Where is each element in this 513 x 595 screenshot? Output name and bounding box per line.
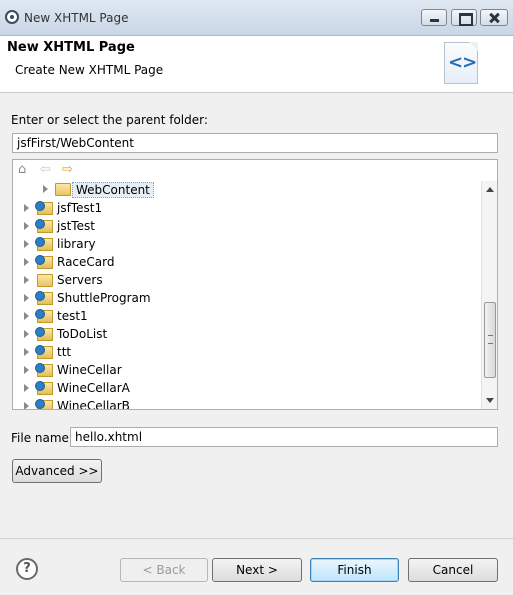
project-icon (35, 399, 53, 409)
tree-item[interactable]: WebContent (13, 181, 483, 199)
tree-item[interactable]: ShuttleProgram (13, 290, 483, 308)
expand-arrow-icon[interactable] (24, 276, 29, 284)
expand-arrow-icon[interactable] (24, 240, 29, 248)
help-icon[interactable]: ? (16, 558, 38, 580)
title-bar: New XHTML Page (0, 0, 513, 36)
wizard-heading: New XHTML Page (7, 40, 135, 55)
tree-item[interactable]: library (13, 236, 483, 254)
expand-arrow-icon[interactable] (24, 330, 29, 338)
expand-arrow-icon[interactable] (24, 222, 29, 230)
tree-item[interactable]: jstTest (13, 218, 483, 236)
project-icon (35, 237, 53, 251)
tree-item-label: ShuttleProgram (57, 291, 151, 305)
scroll-down-arrow-icon[interactable] (486, 398, 494, 403)
next-button[interactable]: Next > (212, 558, 302, 582)
tree-item-label: WineCellar (57, 363, 122, 377)
expand-arrow-icon[interactable] (24, 348, 29, 356)
expand-arrow-icon[interactable] (24, 366, 29, 374)
expand-arrow-icon[interactable] (24, 294, 29, 302)
expand-arrow-icon[interactable] (24, 384, 29, 392)
tree-item[interactable]: jsfTest1 (13, 200, 483, 218)
project-icon (35, 363, 53, 377)
forward-arrow-icon[interactable]: ⇨ (62, 163, 73, 177)
folder-icon (37, 274, 53, 287)
home-icon[interactable]: ⌂ (18, 163, 26, 177)
scroll-up-arrow-icon[interactable] (486, 187, 494, 192)
bottom-separator (0, 538, 513, 539)
tree-item-label: WineCellarA (57, 381, 130, 395)
expand-arrow-icon[interactable] (24, 312, 29, 320)
file-name-label: File name: (11, 431, 73, 445)
tree-item[interactable]: ttt (13, 344, 483, 362)
project-icon (35, 345, 53, 359)
tree-item-label: jstTest (57, 219, 95, 233)
back-button[interactable]: < Back (120, 558, 208, 582)
project-icon (35, 255, 53, 269)
project-icon (35, 327, 53, 341)
tree-item-label: Servers (57, 273, 103, 287)
folder-icon (55, 183, 71, 196)
project-icon (35, 201, 53, 215)
tree-item[interactable]: WineCellar (13, 362, 483, 380)
expand-arrow-icon[interactable] (24, 402, 29, 409)
parent-folder-label: Enter or select the parent folder: (11, 113, 208, 127)
tree-vertical-scrollbar[interactable] (481, 181, 497, 409)
tree-item-label: test1 (57, 309, 88, 323)
folder-tree[interactable]: WebContent jsfTest1 jstTest library Race… (12, 181, 498, 410)
tree-item-label: RaceCard (57, 255, 115, 269)
back-arrow-icon[interactable]: ⇦ (40, 163, 51, 177)
xhtml-page-icon: <> (444, 42, 478, 84)
tree-item-label: WebContent (72, 182, 154, 198)
tree-item[interactable]: test1 (13, 308, 483, 326)
close-button[interactable] (480, 9, 508, 26)
expand-arrow-icon[interactable] (43, 185, 48, 193)
project-icon (35, 309, 53, 323)
tree-item-label: ToDoList (57, 327, 108, 341)
project-icon (35, 219, 53, 233)
cancel-button[interactable]: Cancel (408, 558, 498, 582)
finish-button[interactable]: Finish (310, 558, 399, 582)
tree-item-label: ttt (57, 345, 72, 359)
file-name-input[interactable]: hello.xhtml (70, 427, 498, 447)
tree-item[interactable]: WineCellarA (13, 380, 483, 398)
tree-item[interactable]: ToDoList (13, 326, 483, 344)
tree-item-label: WineCellarB (57, 399, 130, 410)
scrollbar-thumb[interactable] (484, 302, 496, 378)
project-icon (35, 291, 53, 305)
expand-arrow-icon[interactable] (24, 258, 29, 266)
window-title: New XHTML Page (24, 11, 129, 25)
expand-arrow-icon[interactable] (24, 204, 29, 212)
parent-folder-input[interactable]: jsfFirst/WebContent (12, 133, 498, 153)
tree-toolbar: ⌂ ⇦ ⇨ (12, 159, 498, 181)
maximize-button[interactable] (451, 9, 477, 26)
eclipse-app-icon (5, 10, 19, 24)
tree-item-label: jsfTest1 (57, 201, 103, 215)
advanced-button[interactable]: Advanced >> (12, 459, 102, 483)
tree-item[interactable]: WineCellarB (13, 398, 483, 410)
wizard-description: Create New XHTML Page (15, 63, 164, 77)
project-icon (35, 381, 53, 395)
tree-item[interactable]: Servers (13, 272, 483, 290)
minimize-button[interactable] (421, 9, 447, 26)
tree-item[interactable]: RaceCard (13, 254, 483, 272)
tree-item-label: library (57, 237, 96, 251)
wizard-banner: New XHTML Page Create New XHTML Page <> (0, 36, 513, 93)
